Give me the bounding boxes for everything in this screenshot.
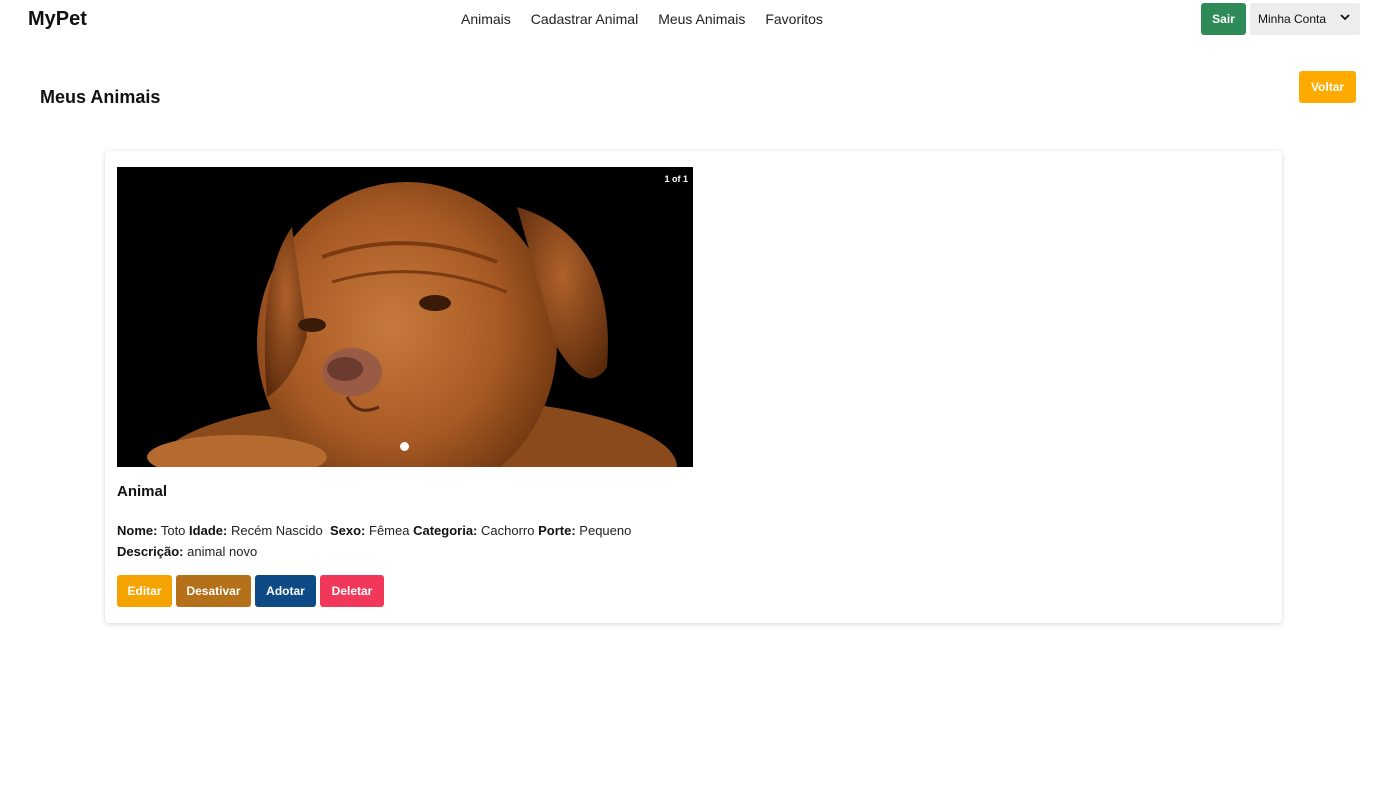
descricao-value: animal novo [187,544,258,559]
carousel-indicator-dot[interactable] [400,442,409,451]
animal-title: Animal [117,483,168,500]
sexo-value: Fêmea [369,523,410,538]
nome-value: Toto [160,523,186,538]
main-nav: Animais Cadastrar Animal Meus Animais Fa… [461,11,823,27]
card-actions: Editar Desativar Adotar Deletar [117,575,384,607]
descricao-label: Descrição: [117,544,184,559]
nav-cadastrar-animal[interactable]: Cadastrar Animal [531,11,638,27]
categoria-label: Categoria: [413,523,478,538]
details-line-1: Nome: Toto Idade: Recém Nascido Sexo: Fê… [117,520,631,541]
chevron-down-icon [1340,14,1350,21]
page-title: Meus Animais [40,87,161,107]
deactivate-button[interactable]: Desativar [176,575,251,607]
adopt-button[interactable]: Adotar [255,575,316,607]
animal-photo [117,167,693,467]
logout-button[interactable]: Sair [1201,3,1246,35]
details-line-2: Descrição: animal novo [117,541,631,562]
porte-value: Pequeno [579,523,632,538]
idade-value: Recém Nascido [230,523,323,538]
sexo-label: Sexo: [329,523,366,538]
image-counter: 1 of 1 [664,174,688,184]
back-button[interactable]: Voltar [1299,71,1356,103]
idade-label: Idade: [189,523,228,538]
delete-button[interactable]: Deletar [320,575,384,607]
nav-favoritos[interactable]: Favoritos [765,11,823,27]
top-navbar: MyPet Animais Cadastrar Animal Meus Anim… [0,0,1375,40]
categoria-value: Cachorro [481,523,535,538]
nav-meus-animais[interactable]: Meus Animais [658,11,745,27]
nav-animais[interactable]: Animais [461,11,511,27]
animal-card: 1 of 1 Animal Nome: Toto Idade: Recém Na… [105,151,1282,623]
brand-logo[interactable]: MyPet [28,8,87,31]
account-dropdown[interactable]: Minha Conta [1250,3,1360,35]
edit-button[interactable]: Editar [117,575,172,607]
account-label: Minha Conta [1258,12,1327,26]
nome-label: Nome: [117,523,158,538]
image-carousel[interactable]: 1 of 1 [117,167,693,467]
animal-details: Nome: Toto Idade: Recém Nascido Sexo: Fê… [117,520,631,562]
porte-label: Porte: [538,523,576,538]
